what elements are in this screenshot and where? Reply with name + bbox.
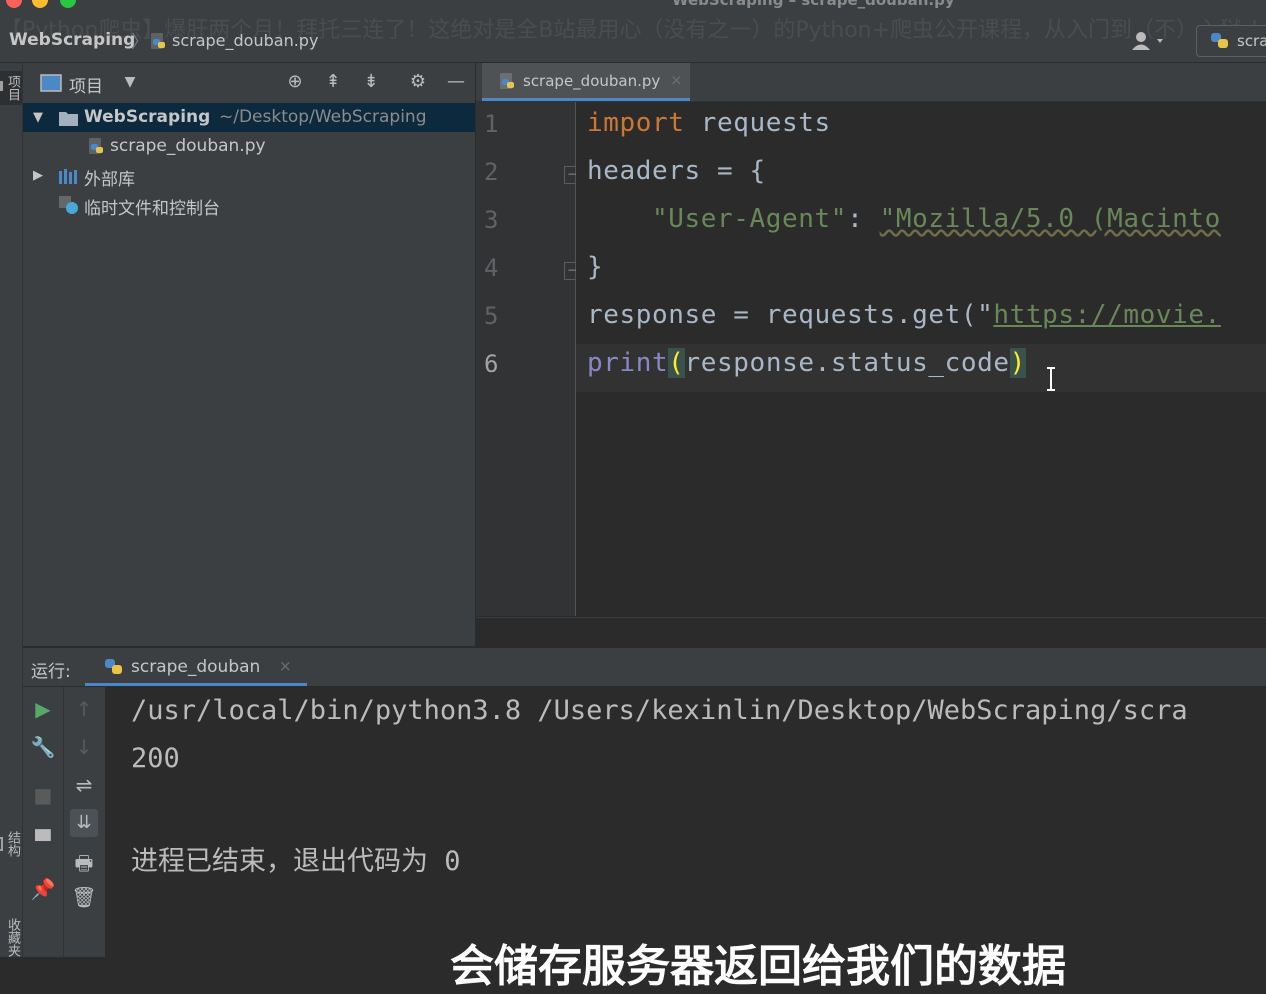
- tree-item-label: scrape_douban.py: [110, 136, 266, 156]
- maximize-window-button[interactable]: [60, 0, 76, 8]
- code-line-6: print(response.status_code): [587, 348, 1026, 378]
- tree-item-label: 外部库: [84, 170, 135, 190]
- down-arrow-icon[interactable]: ↓: [64, 735, 104, 759]
- breadcrumb-separator: 〉: [131, 32, 149, 53]
- editor-bottom-area: [476, 617, 1266, 648]
- tree-item-scratches[interactable]: 临时文件和控制台: [23, 190, 475, 219]
- run-toolbar-secondary: ↑ ↓ ⇌ ⇊ 🖶 🗑: [64, 687, 105, 957]
- account-icon[interactable]: [1130, 30, 1170, 52]
- hide-panel-icon[interactable]: —: [445, 71, 467, 93]
- up-arrow-icon[interactable]: ↑: [64, 697, 104, 721]
- code-line-5: response = requests.get("https://movie.: [587, 300, 1221, 330]
- python-icon: [1211, 33, 1228, 48]
- stop-icon[interactable]: ■: [23, 783, 63, 807]
- breadcrumb-project[interactable]: WebScraping: [9, 30, 135, 50]
- tree-item-scrape-douban[interactable]: scrape_douban.py: [23, 132, 475, 161]
- run-tab-scrape-douban[interactable]: scrape_douban ×: [85, 648, 307, 686]
- python-file-icon: [500, 73, 514, 89]
- project-panel: 项目 ▼ ⊕ ⇞ ⇟ ⚙ — ▼ WebScraping ~/Desktop/W…: [23, 63, 475, 646]
- video-subtitle: 会储存服务器返回给我们的数据: [450, 941, 1066, 992]
- expand-all-icon[interactable]: ⇞: [322, 71, 344, 93]
- view-dropdown-icon[interactable]: ▼: [119, 71, 141, 93]
- layout-icon[interactable]: ▀: [23, 829, 63, 853]
- print-icon[interactable]: 🖶: [64, 849, 104, 883]
- code-line-2: headers = {: [587, 156, 766, 186]
- chevron-right-icon[interactable]: ▶: [33, 168, 43, 183]
- close-run-tab-icon[interactable]: ×: [279, 657, 292, 675]
- editor-tab-scrape-douban[interactable]: scrape_douban.py ×: [482, 63, 690, 101]
- run-configuration-label: scra: [1237, 32, 1266, 50]
- line-number: 3: [484, 206, 499, 234]
- trash-icon[interactable]: 🗑: [64, 885, 104, 909]
- pin-tab-icon[interactable]: 📌: [23, 877, 63, 901]
- run-configuration-selector[interactable]: scra: [1196, 25, 1266, 57]
- close-tab-icon[interactable]: ×: [670, 71, 683, 89]
- tree-item-webscraping[interactable]: ▼ WebScraping ~/Desktop/WebScraping: [23, 103, 475, 132]
- title-bar: WebScraping – scrape_douban.py: [0, 0, 1266, 12]
- rerun-icon[interactable]: ▶: [23, 697, 63, 721]
- editor-gutter: 1 2 3 4 5 6 − −: [476, 102, 580, 616]
- console-line: /usr/local/bin/python3.8 /Users/kexinlin…: [131, 695, 1188, 726]
- run-window-label: 运行:: [31, 662, 71, 682]
- line-number: 2: [484, 158, 499, 186]
- locate-file-icon[interactable]: ⊕: [284, 71, 306, 93]
- breadcrumb-file[interactable]: scrape_douban.py: [172, 31, 318, 50]
- run-tab-label: scrape_douban: [131, 657, 261, 677]
- chevron-down-icon[interactable]: ▼: [33, 110, 43, 125]
- close-window-button[interactable]: [6, 0, 22, 8]
- scratch-console-icon: [59, 196, 78, 214]
- editor-tab-bar: scrape_douban.py ×: [476, 63, 1266, 102]
- tree-item-label: 临时文件和控制台: [84, 199, 220, 219]
- minimize-window-button[interactable]: [32, 0, 48, 8]
- run-toolbar-primary: ▶ 🔧 ■ ▀ 📌: [23, 687, 64, 957]
- tool-tab-structure-label: 结构: [5, 831, 20, 857]
- folder-icon: [59, 112, 78, 126]
- window-title: WebScraping – scrape_douban.py: [672, 0, 955, 9]
- library-icon: [59, 169, 77, 184]
- tree-item-label: WebScraping: [84, 107, 211, 127]
- project-panel-title[interactable]: 项目: [69, 72, 103, 97]
- collapse-all-icon[interactable]: ⇟: [360, 71, 382, 93]
- line-number: 5: [484, 302, 499, 330]
- text-cursor-icon: [1047, 367, 1055, 391]
- code-editor[interactable]: import requests headers = { "User-Agent"…: [576, 102, 1266, 616]
- code-line-3: "User-Agent": "Mozilla/5.0 (Macinto: [652, 204, 1221, 234]
- tool-tab-structure[interactable]: 结构: [0, 831, 22, 857]
- project-view-icon: [40, 74, 62, 92]
- python-file-icon: [151, 33, 165, 49]
- code-line-1: import requests: [587, 108, 831, 138]
- folder-icon: [0, 81, 3, 91]
- tree-item-path: ~/Desktop/WebScraping: [219, 107, 427, 127]
- settings-gear-icon[interactable]: ⚙: [407, 71, 429, 93]
- edit-configuration-wrench-icon[interactable]: 🔧: [23, 735, 63, 759]
- navigation-bar: 【Python爬虫】爆肝两个月！拜托三连了！这绝对是全B站最用心（没有之一）的P…: [0, 12, 1266, 63]
- console-output[interactable]: /usr/local/bin/python3.8 /Users/kexinlin…: [105, 687, 1266, 957]
- console-line: 进程已结束，退出代码为 0: [131, 846, 461, 877]
- python-file-icon: [89, 138, 103, 154]
- tool-tab-project-label: 项目: [5, 75, 20, 101]
- scroll-to-end-icon[interactable]: ⇊: [70, 809, 98, 837]
- left-tool-strip: 项目 结构 收藏夹: [0, 63, 23, 957]
- console-line: 200: [131, 743, 180, 774]
- tree-item-external-libraries[interactable]: ▶ 外部库: [23, 161, 475, 190]
- python-icon: [105, 659, 122, 674]
- editor-tab-label: scrape_douban.py: [523, 72, 661, 90]
- tool-tab-favorites[interactable]: 收藏夹: [0, 918, 22, 957]
- code-line-4: }: [587, 252, 604, 282]
- structure-icon: [0, 837, 3, 851]
- line-number: 6: [484, 350, 499, 378]
- line-number: 4: [484, 254, 499, 282]
- line-number: 1: [484, 110, 499, 138]
- tool-tab-favorites-label: 收藏夹: [5, 918, 20, 957]
- project-panel-header: 项目 ▼ ⊕ ⇞ ⇟ ⚙ —: [23, 63, 475, 101]
- tool-tab-project[interactable]: 项目: [0, 71, 22, 105]
- soft-wrap-icon[interactable]: ⇌: [64, 773, 104, 797]
- run-window-header: 运行: scrape_douban ×: [23, 648, 1266, 686]
